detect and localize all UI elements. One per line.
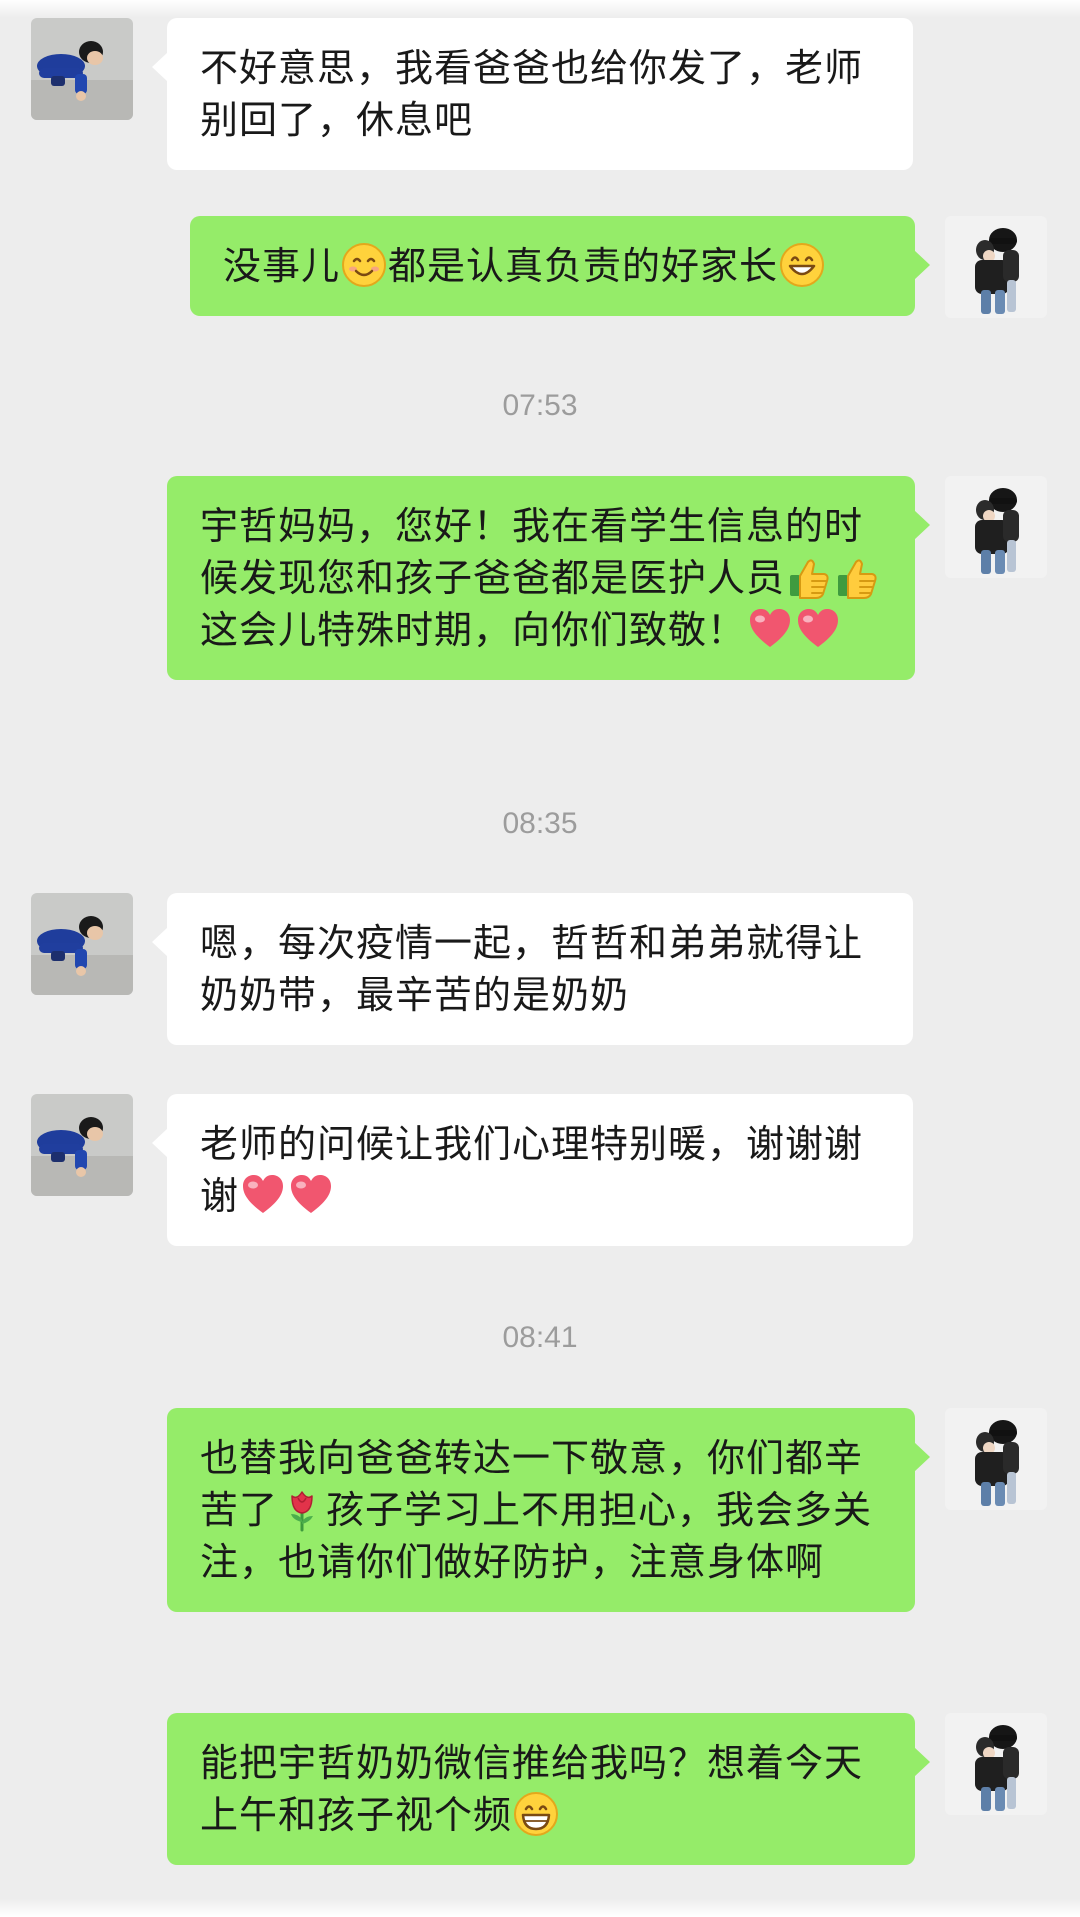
parent-avatar[interactable] [31, 1094, 133, 1196]
heart-icon [795, 606, 841, 652]
heart-icon [240, 1172, 286, 1218]
smiling-face-icon [341, 242, 387, 288]
child-photo-icon [31, 893, 133, 995]
thumbs-up-icon [786, 554, 832, 600]
teacher-avatar[interactable] [945, 476, 1047, 578]
message-text-part: 宇哲妈妈，您好！我在看学生信息的时候发现您和孩子爸爸都是医护人员 [200, 504, 864, 600]
grinning-face-icon [779, 242, 825, 288]
teacher-avatar[interactable] [945, 216, 1047, 318]
top-edge [0, 0, 1080, 18]
message-bubble-sent[interactable]: 能把宇哲奶奶微信推给我吗？想着今天上午和孩子视个频 [167, 1713, 930, 1865]
bottom-edge [0, 1899, 1080, 1917]
chat-conversation[interactable]: 不好意思，我看爸爸也给你发了，老师别回了，休息吧 没事儿 都是认真负责的好家长 0… [0, 0, 1080, 1917]
grinning-face-icon [513, 1791, 559, 1837]
message-bubble-sent[interactable]: 没事儿 都是认真负责的好家长 [190, 216, 930, 316]
message-text: 不好意思，我看爸爸也给你发了，老师别回了，休息吧 [200, 46, 864, 142]
teacher-avatar[interactable] [945, 1408, 1047, 1510]
message-bubble-sent[interactable]: 宇哲妈妈，您好！我在看学生信息的时候发现您和孩子爸爸都是医护人员这会儿特殊时期，… [167, 476, 930, 680]
message-text-part: 这会儿特殊时期，向你们致敬！ [200, 608, 747, 652]
timestamp: 07:53 [502, 389, 578, 422]
thumbs-up-icon [834, 554, 880, 600]
message-bubble-received[interactable]: 老师的问候让我们心理特别暖，谢谢谢谢 [152, 1094, 913, 1246]
message-bubble-received[interactable]: 嗯，每次疫情一起，哲哲和弟弟就得让奶奶带，最辛苦的是奶奶 [152, 893, 913, 1045]
couple-photo-icon [945, 216, 1047, 318]
parent-avatar[interactable] [31, 893, 133, 995]
couple-photo-icon [945, 1408, 1047, 1510]
message-text-part: 没事儿 [223, 244, 341, 288]
rose-icon [279, 1486, 325, 1532]
heart-icon [747, 606, 793, 652]
child-photo-icon [31, 1094, 133, 1196]
couple-photo-icon [945, 1713, 1047, 1815]
heart-icon [288, 1172, 334, 1218]
teacher-avatar[interactable] [945, 1713, 1047, 1815]
timestamp: 08:35 [502, 807, 578, 840]
child-photo-icon [31, 18, 133, 120]
message-bubble-received[interactable]: 不好意思，我看爸爸也给你发了，老师别回了，休息吧 [152, 18, 913, 170]
message-text: 嗯，每次疫情一起，哲哲和弟弟就得让奶奶带，最辛苦的是奶奶 [200, 921, 864, 1017]
timestamp: 08:41 [502, 1321, 578, 1354]
parent-avatar[interactable] [31, 18, 133, 120]
message-text-part: 都是认真负责的好家长 [388, 244, 779, 288]
message-bubble-sent[interactable]: 也替我向爸爸转达一下敬意，你们都辛苦了 孩子学习上不用担心，我会多关注，也请你们做… [167, 1408, 930, 1612]
couple-photo-icon [945, 476, 1047, 578]
